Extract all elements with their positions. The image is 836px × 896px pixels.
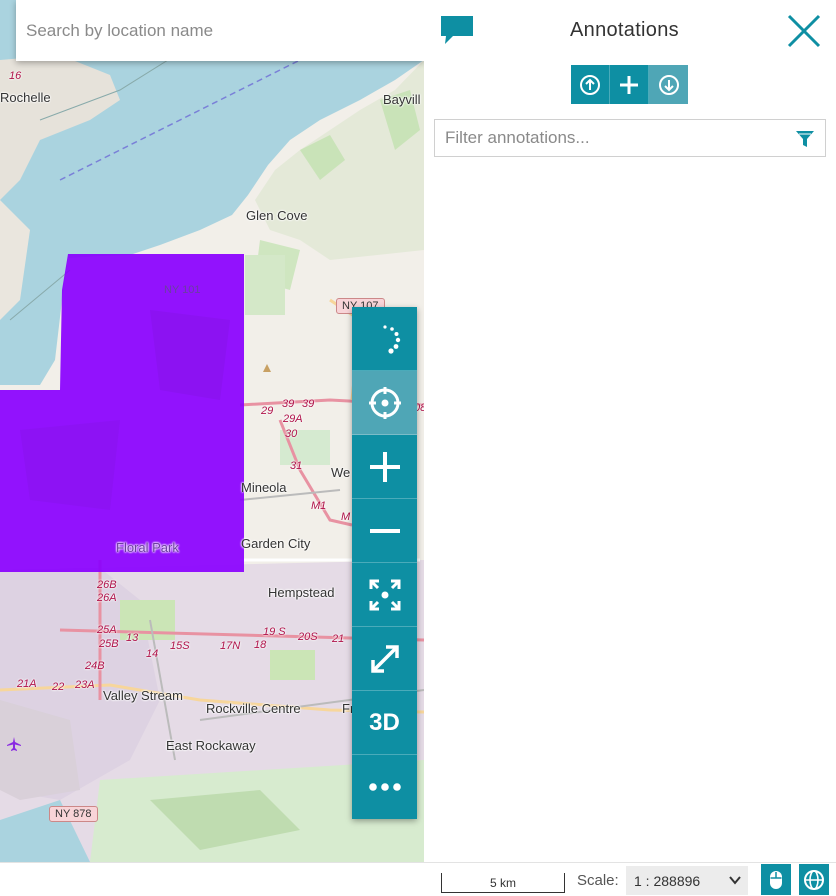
arrow-down-circle-icon [658, 74, 679, 95]
annotations-panel: Annotations [424, 0, 836, 862]
road-label: 20S [298, 631, 318, 643]
road-label: 21 [332, 633, 345, 645]
place-label: We [331, 465, 351, 480]
road-label: M [341, 511, 351, 523]
airport-icon [7, 737, 21, 751]
place-label: Mineola [241, 480, 287, 495]
upload-button[interactable] [571, 65, 610, 104]
place-label: Rockville Centre [206, 701, 301, 716]
road-label: 19 S [263, 626, 286, 638]
add-annotation-button[interactable] [610, 65, 649, 104]
road-label: 16 [9, 70, 22, 82]
filter-input[interactable] [435, 120, 825, 156]
road-label: 25B [99, 638, 119, 650]
status-bar: 5 km Scale: 1 : 288896 [0, 862, 836, 896]
place-label: Floral Park [116, 540, 179, 555]
road-label: 24B [85, 660, 105, 672]
scale-label: Scale: [577, 872, 619, 889]
3d-button[interactable]: 3D [352, 691, 417, 755]
mouse-controls-button[interactable] [761, 864, 791, 895]
close-icon [787, 14, 821, 48]
extent-icon [369, 579, 400, 610]
spinner-icon [382, 324, 400, 354]
place-label: Valley Stream [103, 688, 183, 703]
scale-select[interactable]: 1 : 288896 [626, 866, 748, 895]
route-shield: NY 878 [49, 806, 98, 822]
selection-overlay [0, 254, 244, 572]
road-label: M1 [311, 500, 327, 512]
place-label: Rochelle [0, 90, 51, 105]
place-label: East Rockaway [166, 738, 256, 753]
zoom-out-button[interactable] [352, 499, 417, 563]
more-icon [368, 783, 401, 791]
road-label: 39 [302, 398, 315, 410]
chat-icon [441, 16, 473, 44]
road-label: 39 [282, 398, 295, 410]
minus-icon [369, 528, 400, 533]
zoom-extent-button[interactable] [352, 563, 417, 627]
place-label: Garden City [241, 536, 311, 551]
scale-bar-label: 5 km [489, 876, 516, 890]
3d-label: 3D [369, 708, 400, 736]
arrow-up-circle-icon [580, 74, 600, 95]
scale-bar: 5 km [441, 873, 565, 893]
road-label: 15S [170, 640, 190, 652]
road-label: 26A [97, 592, 117, 604]
place-label: Hempstead [268, 585, 335, 600]
zoom-in-button[interactable] [352, 435, 417, 499]
road-label: 14 [146, 648, 159, 660]
fullscreen-button[interactable] [352, 627, 417, 691]
annotation-actions [571, 65, 688, 104]
crosshair-icon [368, 386, 401, 419]
road-label: 26B [97, 579, 117, 591]
expand-icon [370, 644, 399, 673]
road-label: 30 [285, 428, 298, 440]
globe-button[interactable] [799, 864, 829, 895]
location-search [16, 0, 424, 61]
place-label: Bayvill [383, 92, 421, 107]
locate-button[interactable] [352, 371, 417, 435]
route-label: NY 101 [164, 284, 201, 296]
road-label: 29 [261, 405, 274, 417]
mouse-icon [770, 870, 782, 889]
close-button[interactable] [785, 12, 823, 50]
road-label: 23A [75, 679, 95, 691]
road-label: 18 [254, 639, 267, 651]
scale-value: 1 : 288896 [634, 872, 701, 889]
road-label: 13 [126, 632, 139, 644]
map-view[interactable]: Rochelle Bayvill Glen Cove Mineola Garde… [0, 0, 424, 862]
road-label: 29A [283, 413, 303, 425]
globe-icon [804, 869, 824, 890]
loading-spinner [352, 307, 417, 371]
peak-icon [263, 364, 271, 372]
place-label: Glen Cove [246, 208, 308, 223]
panel-title: Annotations [570, 19, 679, 41]
download-button[interactable] [649, 65, 688, 104]
filter-annotations [434, 119, 826, 157]
plus-icon [620, 75, 638, 94]
road-label: 21A [17, 678, 37, 690]
road-label: 25A [97, 624, 117, 636]
more-button[interactable] [352, 755, 417, 819]
map-toolbar: 3D [352, 307, 417, 819]
road-label: 22 [52, 681, 65, 693]
search-input[interactable] [16, 0, 424, 61]
chevron-down-icon [729, 876, 741, 885]
road-label: 31 [290, 460, 303, 472]
filter-icon[interactable] [795, 129, 815, 149]
plus-icon [369, 451, 400, 482]
road-label: 17N [220, 640, 241, 652]
